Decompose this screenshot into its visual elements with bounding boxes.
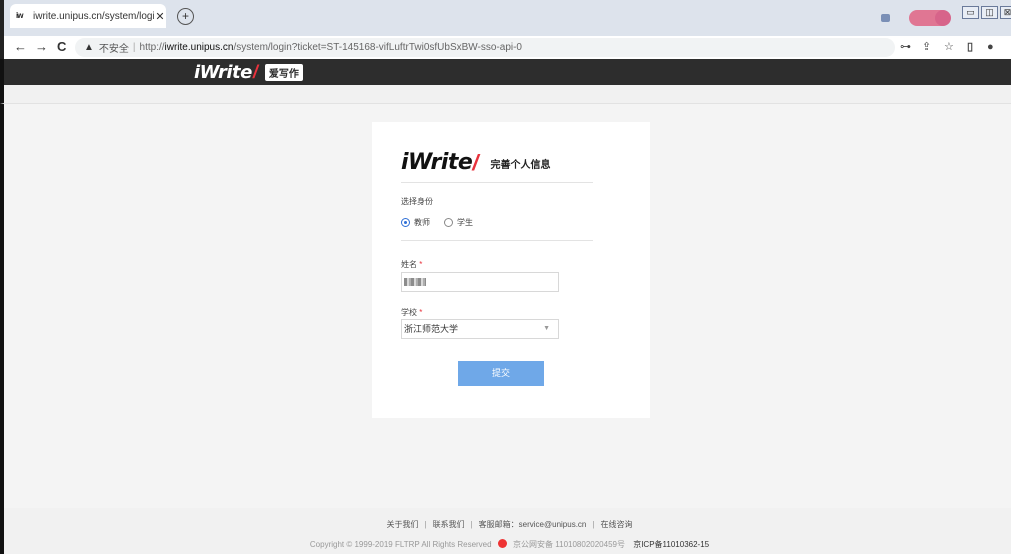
site-logo[interactable]: iWrite / 爱写作 <box>194 62 303 83</box>
url-path: /system/login?ticket=ST-145168-vifLuftrT… <box>233 42 522 53</box>
redacted-name <box>404 278 426 286</box>
security-warning-icon[interactable]: ▲ <box>84 42 94 53</box>
form-logo-word: iWrite <box>401 150 473 175</box>
role-radio-group: 教师 学生 <box>401 217 473 228</box>
radio-student-label[interactable]: 学生 <box>457 217 473 228</box>
url-separator: | <box>132 42 136 53</box>
site-logo-word: iWrite <box>194 61 252 83</box>
school-label: 学校 * <box>401 307 422 318</box>
address-bar-row: ← → C ▲ 不安全 | http://iwrite.unipus.cn/sy… <box>0 36 1011 59</box>
password-key-icon[interactable]: ⊶ <box>900 40 911 54</box>
browser-menu-icon[interactable]: ⋮ <box>1007 40 1011 54</box>
footer-link-consult[interactable]: 在线咨询 <box>600 520 632 529</box>
restore-button[interactable]: ◫ <box>981 6 998 19</box>
url-scheme: http:// <box>139 42 165 53</box>
icp-record[interactable]: 京ICP备11010362-15 <box>633 540 709 549</box>
url-host: iwrite.unipus.cn <box>164 42 234 53</box>
tab-close-icon[interactable]: ✕ <box>154 10 166 23</box>
school-value: 浙江师范大学 <box>404 324 459 334</box>
name-label-text: 姓名 <box>401 260 417 269</box>
logo-slash-icon: / <box>252 62 258 82</box>
radio-teacher-label[interactable]: 教师 <box>414 217 430 228</box>
site-header: iWrite / 爱写作 <box>0 59 1011 85</box>
form-logo-slash-icon: / <box>472 150 479 175</box>
profile-form-card: iWrite / 完善个人信息 选择身份 教师 学生 姓名 * 学校 * 浙江师… <box>372 122 650 418</box>
submit-button[interactable]: 提交 <box>458 361 544 386</box>
profile-icon[interactable]: ● <box>987 40 994 54</box>
copyright-text: Copyright © 1999-2019 FLTRP All Rights R… <box>309 540 492 549</box>
required-mark: * <box>419 308 423 317</box>
identity-label: 选择身份 <box>401 197 433 206</box>
footer: 关于我们 | 联系我们 | 客服邮箱：service@unipus.cn | 在线咨询 Co… <box>0 508 1011 554</box>
footer-link-email[interactable]: 客服邮箱：service@unipus.cn <box>479 520 587 529</box>
divider <box>401 182 593 183</box>
name-field[interactable] <box>401 272 559 292</box>
footer-link-about[interactable]: 关于我们 <box>387 520 419 529</box>
minimize-button[interactable]: ▭ <box>962 6 979 19</box>
site-favicon-icon: iw <box>16 11 23 20</box>
extension-icon[interactable] <box>881 14 890 22</box>
divider <box>401 240 593 241</box>
site-logo-badge: 爱写作 <box>264 64 303 81</box>
school-select[interactable]: 浙江师范大学 ▼ <box>401 319 559 339</box>
chevron-down-icon: ▼ <box>543 325 550 332</box>
bookmark-star-icon[interactable]: ☆ <box>944 40 954 54</box>
footer-links: 关于我们 | 联系我们 | 客服邮箱：service@unipus.cn | 在线咨询 <box>386 520 633 529</box>
form-title: 完善个人信息 <box>490 159 551 171</box>
police-record[interactable]: 京公网安备 11010802020459号 <box>513 540 625 549</box>
site-subbar <box>0 85 1011 103</box>
name-label: 姓名 * <box>401 259 422 270</box>
close-window-button[interactable]: ⊠ <box>1000 6 1011 19</box>
share-icon[interactable]: ⇪ <box>922 40 931 54</box>
required-mark: * <box>419 260 423 269</box>
tab-title: iwrite.unipus.cn/system/login? <box>33 10 154 22</box>
profile-chip[interactable] <box>909 10 951 26</box>
new-tab-button[interactable]: + <box>177 8 194 25</box>
radio-teacher[interactable] <box>401 218 410 227</box>
reload-button[interactable]: C <box>57 40 66 54</box>
back-button[interactable]: ← <box>14 40 27 54</box>
footer-copyright-row: Copyright © 1999-2019 FLTRP All Rights R… <box>4 539 1011 550</box>
police-badge-icon <box>497 539 507 548</box>
radio-student[interactable] <box>444 218 453 227</box>
browser-tab[interactable]: iw iwrite.unipus.cn/system/login? ✕ <box>10 4 166 28</box>
browser-tab-bar: iw iwrite.unipus.cn/system/login? ✕ + ▭ … <box>0 0 1011 36</box>
insecure-label: 不安全 <box>98 44 129 55</box>
url-field[interactable]: ▲ 不安全 | http://iwrite.unipus.cn/system/l… <box>75 38 895 57</box>
footer-link-contact[interactable]: 联系我们 <box>433 520 465 529</box>
forward-button[interactable]: → <box>35 40 48 54</box>
school-label-text: 学校 <box>401 308 417 317</box>
form-header: iWrite / 完善个人信息 <box>401 150 550 176</box>
side-panel-icon[interactable]: ▯ <box>967 40 973 54</box>
